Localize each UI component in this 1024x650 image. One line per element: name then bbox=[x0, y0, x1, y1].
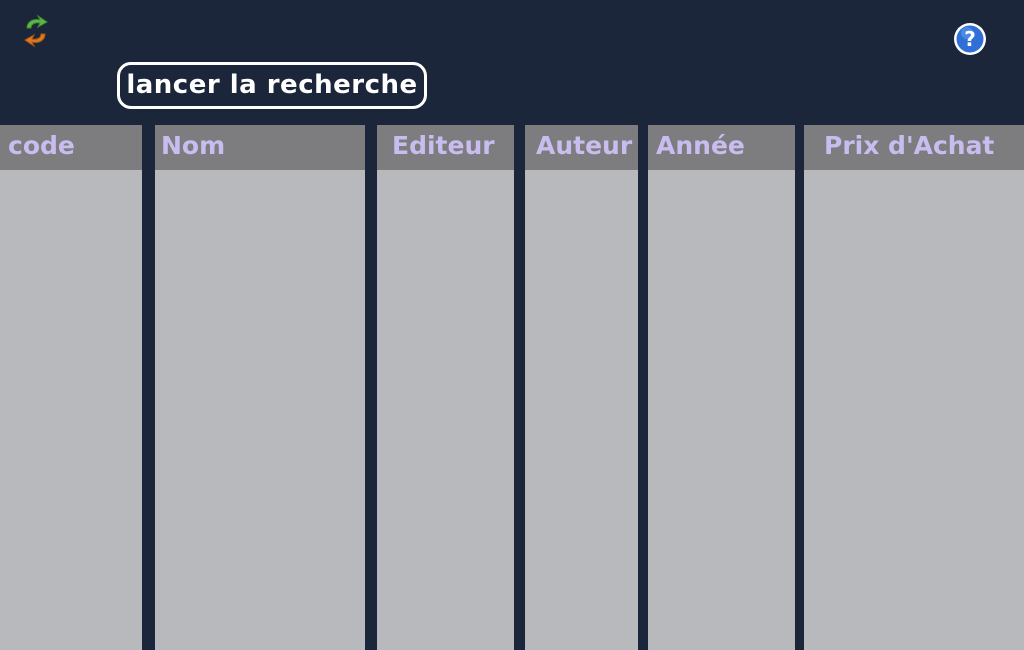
column-header-annee[interactable]: Année bbox=[648, 125, 795, 170]
question-mark-icon: ? bbox=[954, 23, 986, 55]
search-button[interactable]: lancer la recherche bbox=[117, 62, 427, 109]
column-editeur: Editeur bbox=[377, 125, 514, 650]
column-header-auteur[interactable]: Auteur bbox=[525, 125, 638, 170]
column-header-code[interactable]: code bbox=[0, 125, 142, 170]
help-button[interactable]: ? bbox=[952, 21, 988, 57]
column-body-nom bbox=[155, 170, 365, 650]
column-body-code bbox=[0, 170, 142, 650]
column-header-editeur[interactable]: Editeur bbox=[377, 125, 514, 170]
column-header-nom[interactable]: Nom bbox=[155, 125, 365, 170]
column-code: code bbox=[0, 125, 142, 650]
refresh-button[interactable] bbox=[20, 14, 52, 50]
svg-text:?: ? bbox=[964, 27, 976, 51]
column-body-annee bbox=[648, 170, 795, 650]
column-nom: Nom bbox=[155, 125, 365, 650]
column-prix-achat: Prix d'Achat bbox=[804, 125, 1024, 650]
column-body-editeur bbox=[377, 170, 514, 650]
toolbar: lancer la recherche ? bbox=[0, 0, 1024, 125]
column-body-auteur bbox=[525, 170, 638, 650]
refresh-arrows-icon bbox=[24, 14, 48, 48]
column-body-prix-achat bbox=[804, 170, 1024, 650]
column-auteur: Auteur bbox=[525, 125, 638, 650]
column-annee: Année bbox=[648, 125, 795, 650]
column-header-prix-achat[interactable]: Prix d'Achat bbox=[804, 125, 1024, 170]
